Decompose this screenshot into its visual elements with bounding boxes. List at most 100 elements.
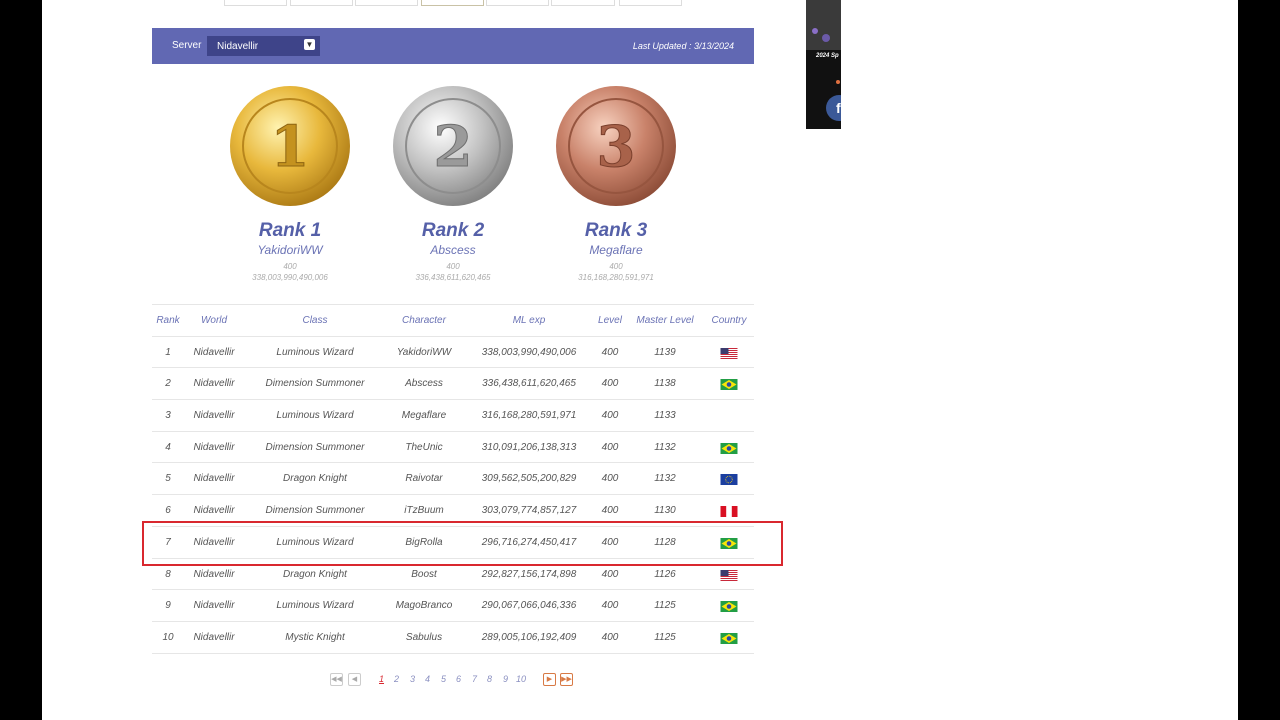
cell-character[interactable]: Sabulus <box>406 622 442 653</box>
cell-mlexp: 309,562,505,200,829 <box>481 473 577 485</box>
cell-character[interactable]: TheUnic <box>405 432 442 463</box>
podium-exp: 338,003,990,490,006 <box>252 273 328 282</box>
table-row: 4 Nidavellir Dimension Summoner TheUnic 310,… <box>152 432 754 464</box>
col-header-ml-exp: ML exp <box>512 315 546 326</box>
cell-mlexp: 316,168,280,591,971 <box>481 410 577 422</box>
highlight-box <box>142 521 783 566</box>
podium-rank-title: Rank 3 <box>584 220 648 241</box>
cell-mlexp: 290,067,066,046,336 <box>481 600 577 612</box>
col-header-rank: Rank <box>156 315 180 326</box>
page-link[interactable]: 4 <box>425 674 430 684</box>
cell-master: 1133 <box>654 410 676 422</box>
chevron-left-icon[interactable]: ◀ <box>348 673 361 686</box>
cell-level: 400 <box>601 378 619 390</box>
page-link[interactable]: 3 <box>410 674 415 684</box>
ad-flower-shape <box>812 28 818 34</box>
svg-text:3: 3 <box>597 114 636 180</box>
podium-exp: 316,168,280,591,971 <box>578 273 654 282</box>
podium-rank-3: 3 Rank 3 Megaflare 400 316,168,280,591,9… <box>536 84 696 283</box>
page-link[interactable]: 5 <box>441 674 446 684</box>
br-flag-icon <box>720 601 738 613</box>
cell-level: 400 <box>601 410 619 422</box>
chevron-right-icon[interactable]: ▶ <box>543 673 556 686</box>
tab[interactable] <box>355 0 418 6</box>
podium-rank-2: 2 Rank 2 Abscess 400 336,438,611,620,465 <box>373 84 533 283</box>
cell-master: 1132 <box>654 473 676 485</box>
tab[interactable] <box>224 0 287 6</box>
cell-level: 400 <box>601 473 619 485</box>
cell-class: Dragon Knight <box>283 473 347 485</box>
table-row: 3 Nidavellir Luminous Wizard Megaflare 316,1… <box>152 400 754 432</box>
table-row: 9 Nidavellir Luminous Wizard MagoBranco 290,… <box>152 590 754 622</box>
cell-character[interactable]: Abscess <box>405 368 443 399</box>
double-chevron-left-icon[interactable]: ◀◀ <box>330 673 343 686</box>
col-header-level: Level <box>598 315 622 326</box>
cell-mlexp: 289,005,106,192,409 <box>481 631 577 643</box>
cell-mlexp: 338,003,990,490,006 <box>481 346 577 358</box>
tab[interactable] <box>619 0 682 6</box>
server-select[interactable]: Nidavellir ▼ <box>207 36 320 56</box>
podium-character-name[interactable]: Megaflare <box>536 242 696 258</box>
table-row: 10 Nidavellir Mystic Knight Sabulus 289,005,… <box>152 622 754 654</box>
side-ad-banner[interactable]: 2024 Sp f <box>806 0 841 129</box>
page-link[interactable]: 1 <box>379 674 384 684</box>
cell-rank: 9 <box>165 600 171 612</box>
double-chevron-right-icon[interactable]: ▶▶ <box>560 673 573 686</box>
page-link[interactable]: 9 <box>503 674 508 684</box>
page-link[interactable]: 8 <box>487 674 492 684</box>
cell-rank: 3 <box>165 410 171 422</box>
tab[interactable] <box>551 0 615 6</box>
podium-character-name[interactable]: Abscess <box>373 242 533 258</box>
cell-world: Nidavellir <box>193 346 235 358</box>
cell-class: Luminous Wizard <box>276 600 354 612</box>
podium-level: 400 <box>283 262 297 271</box>
cell-character[interactable]: YakidoriWW <box>397 337 451 368</box>
cell-character[interactable]: Raivotar <box>405 463 442 494</box>
cell-level: 400 <box>601 346 619 358</box>
page-link[interactable]: 2 <box>394 674 399 684</box>
ranking-table: Rank World Class Character ML exp Level … <box>152 304 754 654</box>
table-header-row: Rank World Class Character ML exp Level … <box>152 305 754 337</box>
cell-world: Nidavellir <box>193 473 235 485</box>
br-flag-icon <box>720 379 738 391</box>
col-header-world: World <box>200 315 228 326</box>
cell-character[interactable]: Megaflare <box>402 400 446 431</box>
tab-active[interactable] <box>421 0 484 6</box>
cell-rank: 2 <box>165 378 171 390</box>
us-flag-icon <box>720 569 738 581</box>
page-link[interactable]: 7 <box>472 674 477 684</box>
cell-rank: 10 <box>162 631 174 643</box>
cell-rank: 1 <box>165 346 171 358</box>
podium-rank-title: Rank 1 <box>258 220 322 241</box>
tab[interactable] <box>486 0 549 6</box>
cell-class: Mystic Knight <box>285 631 345 643</box>
ranking-header-bar: Server Nidavellir ▼ Last Updated : 3/13/… <box>152 28 754 64</box>
tab[interactable] <box>290 0 353 6</box>
page-link[interactable]: 10 <box>516 674 526 684</box>
cell-mlexp: 310,091,206,138,313 <box>481 441 577 453</box>
cell-level: 400 <box>601 631 619 643</box>
table-row: 1 Nidavellir Luminous Wizard YakidoriWW 338,… <box>152 337 754 369</box>
cell-character[interactable]: MagoBranco <box>396 590 453 621</box>
page-link[interactable]: 6 <box>456 674 461 684</box>
cell-rank: 5 <box>165 473 171 485</box>
cell-master: 1132 <box>654 441 676 453</box>
cell-world: Nidavellir <box>193 631 235 643</box>
podium-level: 400 <box>609 262 623 271</box>
cell-master: 1125 <box>654 600 676 612</box>
podium-rank-1: 1 Rank 1 YakidoriWW 400 338,003,990,490,… <box>210 84 370 283</box>
facebook-icon[interactable]: f <box>826 95 841 121</box>
br-flag-icon <box>720 632 738 644</box>
carousel-dot[interactable] <box>836 80 840 84</box>
cell-world: Nidavellir <box>193 600 235 612</box>
podium-character-name[interactable]: YakidoriWW <box>210 242 370 258</box>
br-flag-icon <box>720 442 738 454</box>
col-header-character: Character <box>402 315 446 326</box>
gold-medal-icon: 1 <box>230 86 350 206</box>
bronze-medal-icon: 3 <box>556 86 676 206</box>
cell-rank: 4 <box>165 441 171 453</box>
cell-class: Dimension Summoner <box>265 441 365 453</box>
ad-flower-shape <box>822 34 830 42</box>
ad-image <box>806 0 841 50</box>
pe-flag-icon <box>720 506 738 518</box>
